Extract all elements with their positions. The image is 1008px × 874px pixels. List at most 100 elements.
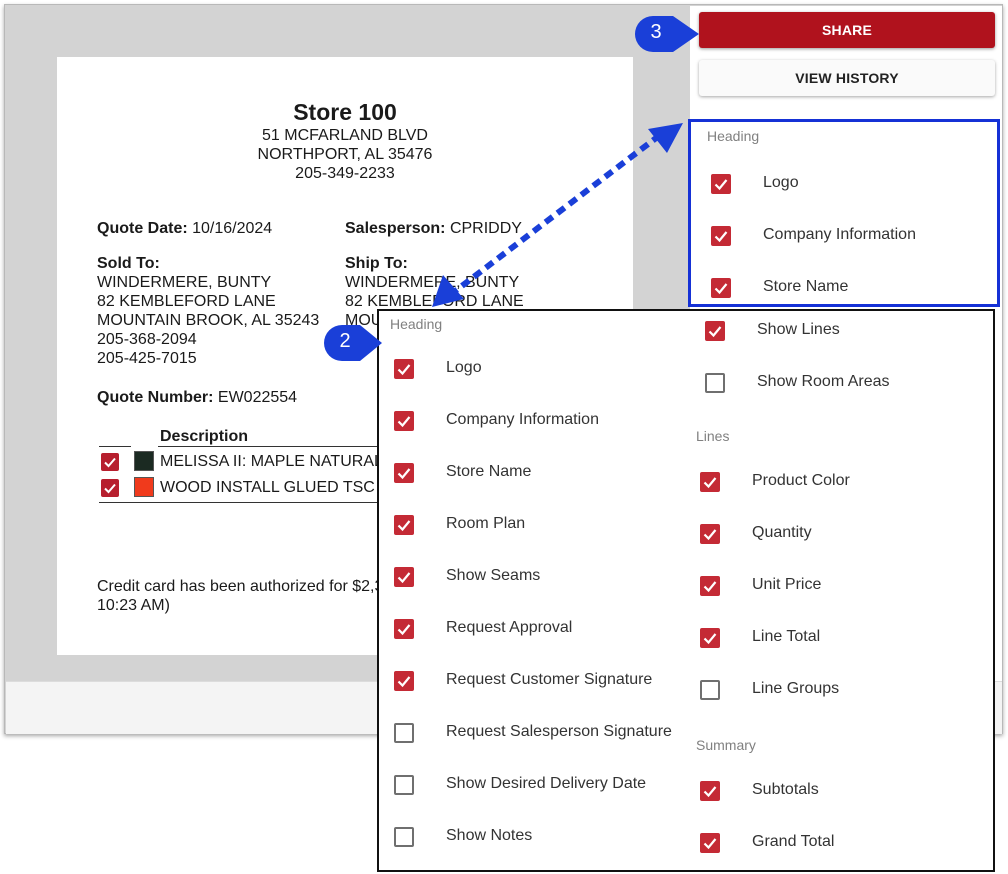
checkbox-checked[interactable] <box>700 628 720 648</box>
checkbox-unchecked[interactable] <box>394 827 414 847</box>
option-label: Store Name <box>763 278 849 295</box>
option-row[interactable]: Logo <box>379 352 679 386</box>
checkbox-checked[interactable] <box>394 515 414 535</box>
option-row[interactable]: Grand Total <box>679 826 993 860</box>
checkbox-unchecked[interactable] <box>705 373 725 393</box>
option-row[interactable]: Show Seams <box>379 560 679 594</box>
quote-number: Quote Number: EW022554 <box>97 389 298 406</box>
credit-note-line2: 10:23 AM) <box>97 597 170 614</box>
check-icon <box>397 416 411 428</box>
check-icon <box>703 581 717 593</box>
checkbox-checked[interactable] <box>700 576 720 596</box>
heading-options-highlight: Heading Logo Company Information Store Nam… <box>688 119 1000 307</box>
option-label: Show Desired Delivery Date <box>446 775 647 792</box>
color-swatch <box>134 477 154 497</box>
line-item-description: WOOD INSTALL GLUED TSC <box>160 479 375 496</box>
checkbox-checked[interactable] <box>700 833 720 853</box>
checkbox-checked[interactable] <box>394 463 414 483</box>
option-label: Company Information <box>446 411 599 428</box>
sold-to-phone1: 205-368-2094 <box>97 331 197 348</box>
option-row[interactable]: Show Lines <box>679 314 993 348</box>
option-label: Request Customer Signature <box>446 671 653 688</box>
option-row[interactable]: Subtotals <box>679 774 993 808</box>
option-row[interactable]: Request Salesperson Signature <box>379 716 679 750</box>
quote-date: Quote Date: 10/16/2024 <box>97 220 273 237</box>
option-row[interactable]: Company Information <box>691 219 997 253</box>
check-icon <box>397 676 411 688</box>
checkbox-checked[interactable] <box>711 278 731 298</box>
checkbox-checked[interactable] <box>394 567 414 587</box>
view-history-button[interactable]: VIEW HISTORY <box>699 60 995 96</box>
line-item-checkbox[interactable] <box>101 479 119 497</box>
table-footer-rule <box>99 502 379 503</box>
option-row[interactable]: Line Groups <box>679 673 993 707</box>
checkbox-checked[interactable] <box>700 472 720 492</box>
option-row[interactable]: Store Name <box>691 271 997 305</box>
option-label: Line Total <box>752 628 821 645</box>
option-row[interactable]: Show Notes <box>379 820 679 854</box>
option-label: Room Plan <box>446 515 526 532</box>
check-icon <box>703 838 717 850</box>
sold-to-phone2: 205-425-7015 <box>97 350 197 367</box>
option-row[interactable]: Quantity <box>679 517 993 551</box>
option-label: Request Approval <box>446 619 573 636</box>
color-swatch <box>134 451 154 471</box>
checkbox-checked[interactable] <box>711 226 731 246</box>
check-icon <box>703 633 717 645</box>
line-item-checkbox[interactable] <box>101 453 119 471</box>
checkbox-checked[interactable] <box>705 321 725 341</box>
checkbox-unchecked[interactable] <box>394 723 414 743</box>
option-row[interactable]: Store Name <box>379 456 679 490</box>
option-row[interactable]: Request Customer Signature <box>379 664 679 698</box>
check-icon <box>397 520 411 532</box>
option-label: Product Color <box>752 472 850 489</box>
checkbox-checked[interactable] <box>700 524 720 544</box>
option-row[interactable]: Product Color <box>679 465 993 499</box>
popup-display-options: Show Lines Show Room Areas <box>679 311 993 411</box>
option-label: Unit Price <box>752 576 822 593</box>
option-row[interactable]: Company Information <box>379 404 679 438</box>
check-icon <box>104 483 116 494</box>
option-row[interactable]: Show Room Areas <box>679 366 993 400</box>
check-icon <box>714 231 728 243</box>
ship-to-label: Ship To: <box>345 255 408 272</box>
callout-step-2: 2 <box>322 323 382 361</box>
check-icon <box>708 326 722 338</box>
table-header-rule <box>99 446 131 447</box>
check-icon <box>397 624 411 636</box>
checkbox-unchecked[interactable] <box>394 775 414 795</box>
checkbox-checked[interactable] <box>394 619 414 639</box>
credit-note-line1: Credit card has been authorized for $2,3 <box>97 578 384 595</box>
checkbox-checked[interactable] <box>700 781 720 801</box>
checkbox-checked[interactable] <box>394 671 414 691</box>
check-icon <box>703 529 717 541</box>
check-icon <box>714 283 728 295</box>
callout-step-3: 3 <box>633 14 699 52</box>
option-label: Logo <box>446 359 482 376</box>
options-popup: Heading Logo Company Information Store Nam… <box>377 309 995 872</box>
check-icon <box>397 364 411 376</box>
option-row[interactable]: Line Total <box>679 621 993 655</box>
option-row[interactable]: Room Plan <box>379 508 679 542</box>
callout-number: 2 <box>339 330 351 352</box>
option-row[interactable]: Logo <box>691 167 997 201</box>
option-label: Show Room Areas <box>757 373 890 390</box>
option-label: Show Lines <box>757 321 840 338</box>
share-button[interactable]: SHARE <box>699 12 995 48</box>
option-label: Show Seams <box>446 567 541 584</box>
sold-to-street: 82 KEMBLEFORD LANE <box>97 293 276 310</box>
option-row[interactable]: Show Desired Delivery Date <box>379 768 679 802</box>
option-label: Quantity <box>752 524 812 541</box>
checkbox-checked[interactable] <box>711 174 731 194</box>
checkbox-checked[interactable] <box>394 359 414 379</box>
check-icon <box>703 477 717 489</box>
popup-summary-options: Subtotals Grand Total <box>679 751 993 870</box>
checkbox-unchecked[interactable] <box>700 680 720 700</box>
option-row[interactable]: Request Approval <box>379 612 679 646</box>
option-row[interactable]: Unit Price <box>679 569 993 603</box>
line-item-description: MELISSA II: MAPLE NATURAL <box>160 453 383 470</box>
sold-to-label: Sold To: <box>97 255 160 272</box>
sold-to-name: WINDERMERE, BUNTY <box>97 274 272 291</box>
check-icon <box>397 572 411 584</box>
checkbox-checked[interactable] <box>394 411 414 431</box>
